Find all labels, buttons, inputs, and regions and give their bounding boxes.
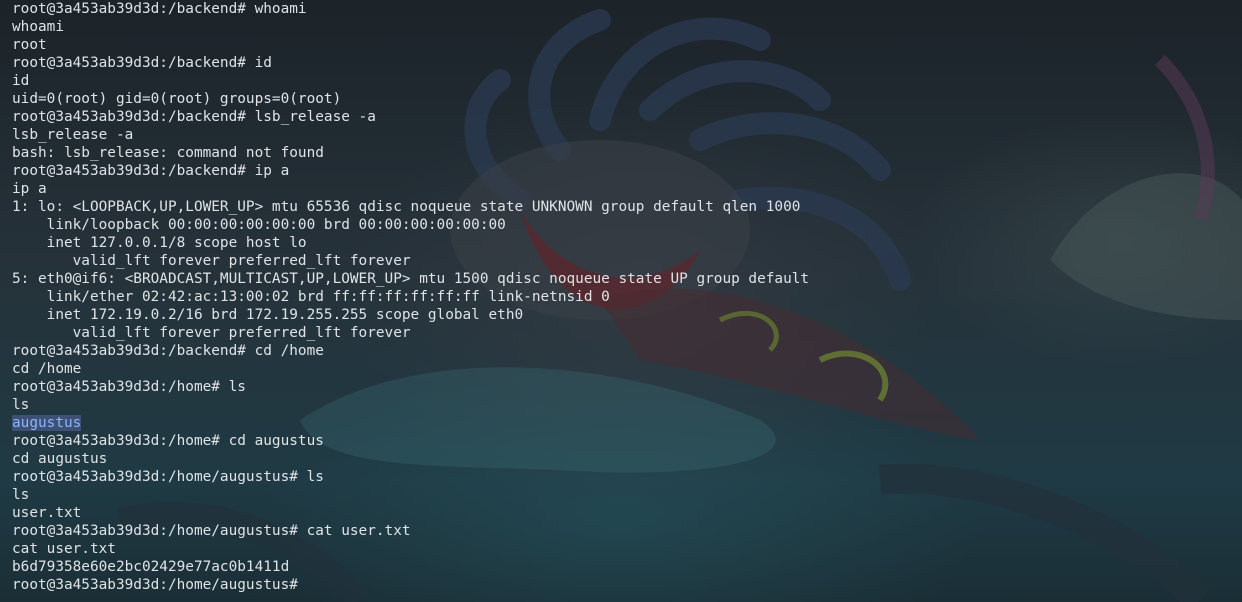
terminal-line-text: inet 127.0.0.1/8 scope host lo bbox=[12, 235, 307, 251]
terminal-line-text: cd /home bbox=[12, 361, 82, 377]
terminal-line-text: root bbox=[12, 37, 47, 53]
terminal-output-line: link/ether 02:42:ac:13:00:02 brd ff:ff:f… bbox=[12, 288, 809, 306]
terminal-line-text: bash: lsb_release: command not found bbox=[12, 145, 324, 161]
terminal-output-line: root bbox=[12, 36, 809, 54]
terminal-output-line: inet 172.19.0.2/16 brd 172.19.255.255 sc… bbox=[12, 306, 809, 324]
terminal-line-text: root@3a453ab39d3d:/home/augustus# bbox=[12, 577, 307, 593]
terminal-output-line: augustus bbox=[12, 414, 809, 432]
terminal-output-line: bash: lsb_release: command not found bbox=[12, 144, 809, 162]
terminal-prompt-line: root@3a453ab39d3d:/backend# cd /home bbox=[12, 342, 809, 360]
terminal-line-text: root@3a453ab39d3d:/backend# lsb_release … bbox=[12, 109, 376, 125]
terminal-line-text: root@3a453ab39d3d:/home# cd augustus bbox=[12, 433, 324, 449]
terminal-line-text: id bbox=[12, 73, 30, 89]
terminal-line-text: root@3a453ab39d3d:/home/augustus# ls bbox=[12, 469, 324, 485]
terminal-line-text: root@3a453ab39d3d:/backend# id bbox=[12, 55, 272, 71]
terminal-output-line: ip a bbox=[12, 180, 809, 198]
terminal-output-line: uid=0(root) gid=0(root) groups=0(root) bbox=[12, 90, 809, 108]
terminal-line-text: ls bbox=[12, 487, 30, 503]
terminal-prompt-line: root@3a453ab39d3d:/home/augustus# ls bbox=[12, 468, 809, 486]
terminal-output-line: cd augustus bbox=[12, 450, 809, 468]
terminal-line-text: root@3a453ab39d3d:/backend# whoami bbox=[12, 1, 307, 17]
terminal-line-text: root@3a453ab39d3d:/backend# ip a bbox=[12, 163, 290, 179]
terminal-line-text: link/loopback 00:00:00:00:00:00 brd 00:0… bbox=[12, 217, 506, 233]
terminal-output-line: user.txt bbox=[12, 504, 809, 522]
terminal-prompt-line: root@3a453ab39d3d:/backend# ip a bbox=[12, 162, 809, 180]
terminal-line-text: 5: eth0@if6: <BROADCAST,MULTICAST,UP,LOW… bbox=[12, 271, 810, 287]
terminal-output-line: valid_lft forever preferred_lft forever bbox=[12, 252, 809, 270]
terminal-prompt-line: root@3a453ab39d3d:/home/augustus# cat us… bbox=[12, 522, 809, 540]
terminal-line-text: uid=0(root) gid=0(root) groups=0(root) bbox=[12, 91, 342, 107]
terminal-line-text: valid_lft forever preferred_lft forever bbox=[12, 253, 411, 269]
terminal-prompt-line: root@3a453ab39d3d:/backend# whoami bbox=[12, 0, 809, 18]
terminal-output-line: ls bbox=[12, 396, 809, 414]
terminal-output-line: lsb_release -a bbox=[12, 126, 809, 144]
terminal-line-text: b6d79358e60e2bc02429e77ac0b1411d bbox=[12, 559, 290, 575]
selected-text: augustus bbox=[12, 415, 82, 431]
terminal-window[interactable]: root@3a453ab39d3d:/backend# whoami whoami… bbox=[0, 0, 1242, 602]
terminal-output-line: inet 127.0.0.1/8 scope host lo bbox=[12, 234, 809, 252]
terminal-line-text: whoami bbox=[12, 19, 64, 35]
terminal-line-text: root@3a453ab39d3d:/home/augustus# cat us… bbox=[12, 523, 411, 539]
terminal-line-text: root@3a453ab39d3d:/home# ls bbox=[12, 379, 246, 395]
terminal-line-text: ip a bbox=[12, 181, 47, 197]
terminal-output-line: 5: eth0@if6: <BROADCAST,MULTICAST,UP,LOW… bbox=[12, 270, 809, 288]
terminal-output-line: 1: lo: <LOOPBACK,UP,LOWER_UP> mtu 65536 … bbox=[12, 198, 809, 216]
terminal-line-text: user.txt bbox=[12, 505, 82, 521]
terminal-output[interactable]: root@3a453ab39d3d:/backend# whoami whoami… bbox=[12, 0, 809, 594]
terminal-line-text: root@3a453ab39d3d:/backend# cd /home bbox=[12, 343, 324, 359]
terminal-output-line: ls bbox=[12, 486, 809, 504]
terminal-output-line: id bbox=[12, 72, 809, 90]
terminal-output-line: valid_lft forever preferred_lft forever bbox=[12, 324, 809, 342]
terminal-output-line: link/loopback 00:00:00:00:00:00 brd 00:0… bbox=[12, 216, 809, 234]
terminal-prompt-line: root@3a453ab39d3d:/backend# lsb_release … bbox=[12, 108, 809, 126]
terminal-line-text: inet 172.19.0.2/16 brd 172.19.255.255 sc… bbox=[12, 307, 524, 323]
terminal-output-line: b6d79358e60e2bc02429e77ac0b1411d bbox=[12, 558, 809, 576]
terminal-line-text: link/ether 02:42:ac:13:00:02 brd ff:ff:f… bbox=[12, 289, 610, 305]
terminal-line-text: ls bbox=[12, 397, 30, 413]
terminal-prompt-line: root@3a453ab39d3d:/home# cd augustus bbox=[12, 432, 809, 450]
terminal-line-text: valid_lft forever preferred_lft forever bbox=[12, 325, 411, 341]
terminal-output-line: cat user.txt bbox=[12, 540, 809, 558]
terminal-prompt-line: root@3a453ab39d3d:/backend# id bbox=[12, 54, 809, 72]
terminal-output-line: whoami bbox=[12, 18, 809, 36]
terminal-output-line: cd /home bbox=[12, 360, 809, 378]
terminal-line-text: 1: lo: <LOOPBACK,UP,LOWER_UP> mtu 65536 … bbox=[12, 199, 801, 215]
terminal-prompt-line: root@3a453ab39d3d:/home# ls bbox=[12, 378, 809, 396]
terminal-prompt-line: root@3a453ab39d3d:/home/augustus# bbox=[12, 576, 809, 594]
terminal-line-text: lsb_release -a bbox=[12, 127, 134, 143]
terminal-line-text: cd augustus bbox=[12, 451, 108, 467]
terminal-line-text: cat user.txt bbox=[12, 541, 116, 557]
